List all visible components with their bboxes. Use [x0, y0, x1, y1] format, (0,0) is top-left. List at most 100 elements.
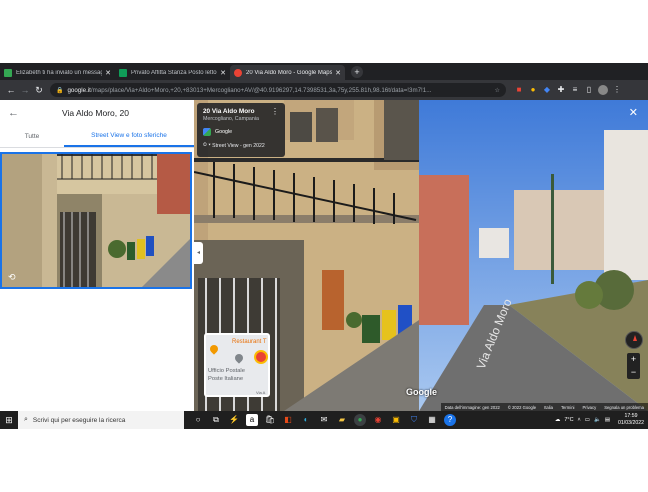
app-icon[interactable]: ⚡	[228, 414, 240, 426]
compass-icon[interactable]	[625, 331, 643, 349]
attribution-link[interactable]: Privacy	[582, 405, 596, 410]
browser-toolbar: ← → ↻ 🔒 google.it /maps/place/Via+Aldo+M…	[0, 80, 648, 100]
puzzle-icon[interactable]: ✚	[556, 85, 566, 95]
panel-back-icon[interactable]: ←	[8, 107, 26, 119]
amazon-icon[interactable]: a	[246, 414, 258, 426]
history-clock-icon: ⏲ ▾	[203, 142, 213, 148]
attribution-item: © 2022 Google	[507, 404, 537, 410]
tab-all[interactable]: Tutte	[0, 126, 64, 147]
rotate-360-icon: ⟲	[8, 272, 16, 282]
panel-title: Via Aldo Moro, 20	[62, 108, 129, 118]
side-panel: ← Via Aldo Moro, 20 Tutte Street View e …	[0, 100, 194, 411]
tab-close-icon[interactable]: ✕	[220, 69, 226, 77]
place-title: 20 Via Aldo Moro	[203, 108, 255, 115]
media-icon[interactable]: ≡	[570, 85, 580, 95]
sidebar-icon[interactable]: ▯	[584, 85, 594, 95]
capture-date-dropdown[interactable]: ⏲ ▾ Street View - gen 2022	[203, 142, 279, 149]
taskbar-apps: ○ ⧉ ⚡ a 🛍 ◧ ◐ ✉ ▰ ● ◉ ▣ ⛉ ▦ ?	[192, 414, 456, 426]
browser-tab[interactable]: Privato Affitta Stanza Posto letto ✕	[115, 65, 230, 80]
windows-start-icon[interactable]: ⊞	[0, 415, 18, 426]
tab-title: Elizabeth ti ha inviato un messaggio	[16, 69, 103, 76]
notification-icon[interactable]: ▤	[605, 417, 610, 423]
extensions-bar: ■ ● ◆ ✚ ≡ ▯ ⋮	[514, 85, 622, 95]
capture-date: Street View - gen 2022	[212, 142, 265, 149]
mail-icon[interactable]: ✉	[318, 414, 330, 426]
weather-icon[interactable]: ☁	[555, 417, 561, 423]
post-office-pin-icon	[233, 352, 245, 364]
google-logo: Google	[406, 387, 437, 397]
forward-arrow-icon[interactable]: →	[18, 85, 32, 95]
extension-icon[interactable]: ■	[514, 85, 524, 95]
mini-map[interactable]: Restaurant T Ufficio Postale Poste Itali…	[204, 333, 270, 397]
defender-icon[interactable]: ⛉	[408, 414, 420, 426]
edge-icon[interactable]: ◐	[300, 414, 312, 426]
zoom-out-button[interactable]: −	[627, 366, 640, 379]
address-bar[interactable]: 🔒 google.it /maps/place/Via+Aldo+Moro,+2…	[50, 83, 506, 97]
pegman-position-icon	[254, 350, 268, 364]
cortana-icon[interactable]: ○	[192, 414, 204, 426]
tab-street-view[interactable]: Street View e foto sferiche	[64, 126, 194, 147]
task-view-icon[interactable]: ⧉	[210, 414, 222, 426]
volume-icon[interactable]: 🔈	[594, 417, 601, 423]
help-icon[interactable]: ?	[444, 414, 456, 426]
new-tab-button[interactable]: +	[351, 66, 363, 78]
clock-time: 17:59	[624, 413, 638, 419]
close-street-view-icon[interactable]: ✕	[629, 106, 638, 119]
provider-label: Google	[215, 129, 233, 135]
collapse-panel-button[interactable]: ◂	[194, 242, 203, 264]
zoom-control: + −	[627, 353, 640, 379]
attribution-link[interactable]: Termini	[561, 405, 575, 410]
app-icon[interactable]: ▣	[390, 414, 402, 426]
system-tray: ☁ 7°C ˄ ▭ 🔈 ▤ 17:59 01/03/2022	[555, 413, 648, 427]
windows-taskbar: ⊞ ⌕ Scrivi qui per eseguire la ricerca ○…	[0, 411, 648, 429]
thumbnail-image	[2, 154, 190, 287]
folder-icon[interactable]: ▰	[336, 414, 348, 426]
photo-tabs: Tutte Street View e foto sferiche	[0, 126, 194, 148]
bookmark-star-icon[interactable]: ☆	[490, 87, 500, 94]
tab-title: 20 Via Aldo Moro - Google Maps	[246, 69, 333, 76]
restaurant-pin-icon	[208, 343, 220, 355]
tab-favicon-icon	[4, 68, 12, 77]
lock-icon[interactable]: 🔒	[56, 87, 63, 94]
photos-icon[interactable]: ▦	[426, 414, 438, 426]
browser-tab-active[interactable]: 20 Via Aldo Moro - Google Maps ✕	[230, 65, 345, 80]
street-view-thumbnail[interactable]: ⟲	[0, 152, 192, 289]
reload-icon[interactable]: ↻	[32, 85, 46, 96]
minimap-restaurant-label: Restaurant T	[232, 339, 267, 345]
attribution-link[interactable]: Italia	[544, 405, 553, 410]
attribution-bar: Data dell'immagine: gen 2022 © 2022 Goog…	[440, 403, 648, 411]
maps-favicon-icon	[234, 68, 242, 77]
avatar[interactable]	[598, 85, 608, 95]
tab-close-icon[interactable]: ✕	[335, 69, 341, 77]
tab-title: Privato Affitta Stanza Posto letto	[131, 69, 217, 76]
url-path: /maps/place/Via+Aldo+Moro,+20,+83013+Mer…	[90, 86, 432, 94]
tab-close-icon[interactable]: ✕	[105, 69, 111, 77]
maps-content: ← Via Aldo Moro, 20 Tutte Street View e …	[0, 100, 648, 411]
back-arrow-icon[interactable]: ←	[4, 85, 18, 95]
clock[interactable]: 17:59 01/03/2022	[618, 413, 644, 427]
taskbar-search-input[interactable]: ⌕ Scrivi qui per eseguire la ricerca	[18, 411, 184, 429]
tab-favicon-icon	[119, 68, 127, 77]
tray-chevron-icon[interactable]: ˄	[578, 417, 581, 423]
network-icon[interactable]: ▭	[585, 417, 590, 423]
minimap-post-label: Ufficio Postale	[208, 368, 245, 374]
clock-date: 01/03/2022	[618, 420, 644, 426]
store-icon[interactable]: 🛍	[264, 414, 276, 426]
search-icon: ⌕	[24, 416, 28, 423]
menu-dots-icon[interactable]: ⋮	[612, 85, 622, 95]
zoom-in-button[interactable]: +	[627, 353, 640, 366]
search-placeholder: Scrivi qui per eseguire la ricerca	[32, 416, 126, 424]
chrome-icon[interactable]: ●	[354, 414, 366, 426]
app-icon[interactable]: ◉	[372, 414, 384, 426]
extension-icon[interactable]: ◆	[542, 85, 552, 95]
extension-icon[interactable]: ●	[528, 85, 538, 95]
attribution-link[interactable]: Segnala un problema	[604, 405, 644, 410]
google-contributor-icon	[203, 128, 211, 136]
url-host: google.it	[67, 86, 91, 94]
place-subtitle: Mercogliano, Campania	[203, 116, 259, 122]
street-view-canvas[interactable]: Via Aldo Moro 20 Via Aldo Moro Mercoglia…	[194, 100, 648, 411]
office-icon[interactable]: ◧	[282, 414, 294, 426]
browser-tab[interactable]: Elizabeth ti ha inviato un messaggio ✕	[0, 65, 115, 80]
minimap-street-label: Via A	[256, 390, 266, 395]
more-options-icon[interactable]: ⋮	[271, 107, 279, 116]
